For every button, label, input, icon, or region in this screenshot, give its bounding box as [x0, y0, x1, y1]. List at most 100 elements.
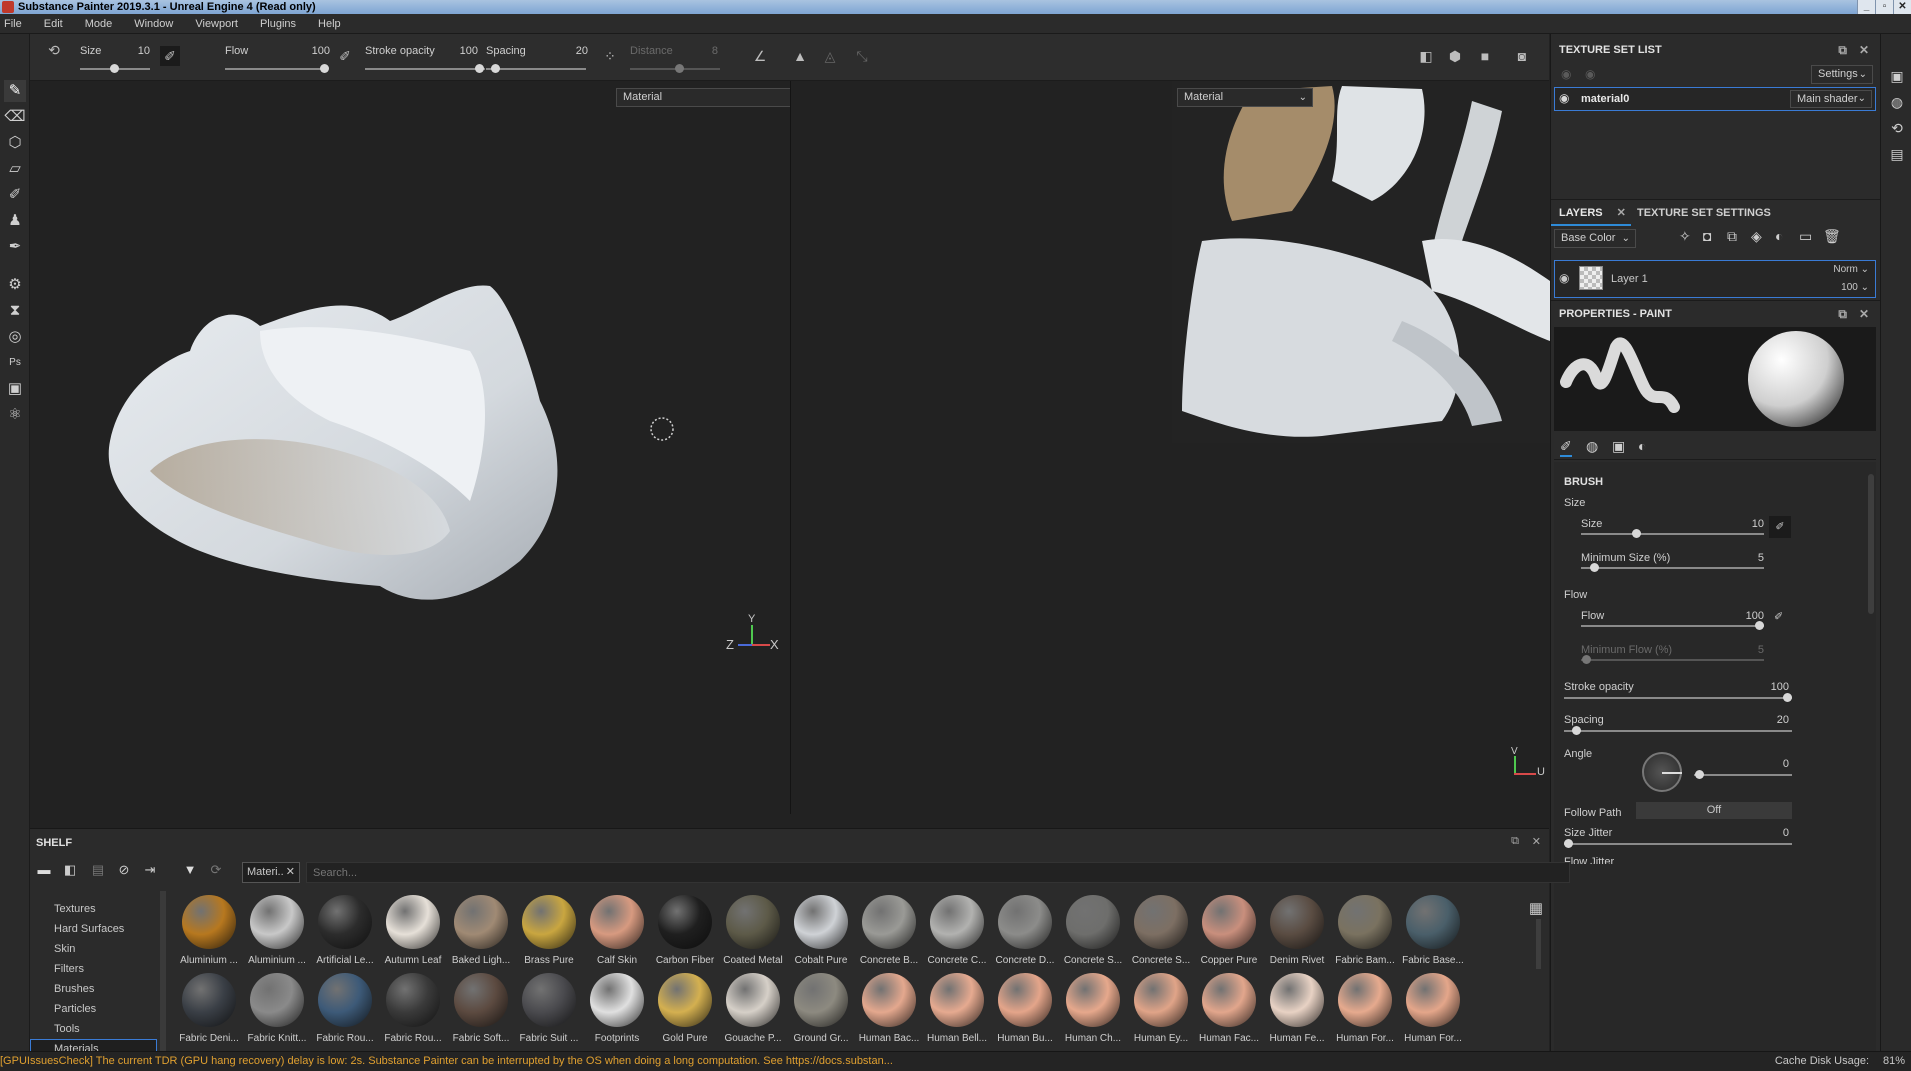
material-item[interactable]: Fabric Rou...	[379, 973, 447, 1049]
photoshop-icon[interactable]: Ps	[4, 352, 26, 374]
tab-texture-set-settings[interactable]: TEXTURE SET SETTINGS	[1637, 200, 1771, 226]
shelf-search-input[interactable]	[306, 862, 1570, 883]
visibility-icon[interactable]: ◉	[1585, 67, 1595, 81]
plugin-icon[interactable]: ⚛	[4, 404, 26, 426]
paint-brush-icon[interactable]: ✎	[4, 80, 26, 102]
material-item[interactable]: Gold Pure	[651, 973, 719, 1049]
history-icon[interactable]: ⟲	[1887, 118, 1907, 138]
shelf-scrollbar[interactable]	[1536, 919, 1541, 969]
screenshot-icon[interactable]: ◙	[1512, 46, 1532, 66]
material-item[interactable]: Fabric Rou...	[311, 973, 379, 1049]
symmetry-icon[interactable]: ▲	[790, 46, 810, 66]
layer-opacity-dropdown[interactable]: 100 ⌄	[1841, 282, 1869, 293]
tab-layers[interactable]: LAYERS ✕	[1551, 200, 1631, 226]
material-item[interactable]: Copper Pure	[1195, 895, 1263, 971]
min-flow-slider-knob[interactable]	[1582, 655, 1591, 664]
flow-slider-knob[interactable]	[1755, 621, 1764, 630]
float-panel-icon[interactable]: ⧉	[1838, 301, 1847, 327]
material-item[interactable]: Denim Rivet	[1263, 895, 1331, 971]
list-view-icon[interactable]: ▤	[88, 862, 108, 882]
category-skin[interactable]: Skin	[54, 943, 75, 955]
angle-slider[interactable]	[1694, 774, 1792, 776]
add-folder-icon[interactable]: ▭	[1799, 228, 1812, 245]
export-icon[interactable]: ▣	[4, 378, 26, 400]
layer-stack-icon[interactable]: ⧗	[4, 300, 26, 322]
pen-pressure-size-icon[interactable]: ✐	[160, 46, 180, 66]
menu-edit[interactable]: Edit	[44, 18, 63, 30]
min-flow-slider[interactable]	[1581, 659, 1764, 661]
transform-icon[interactable]: ⤡	[852, 46, 872, 66]
material-item[interactable]: Ground Gr...	[787, 973, 855, 1049]
folder-icon[interactable]: ▬	[34, 862, 54, 882]
stencil-tab-icon[interactable]: ▣	[1612, 438, 1625, 455]
iray-icon[interactable]: ◎	[4, 326, 26, 348]
toolbar-spacing-knob[interactable]	[491, 64, 500, 73]
material-item[interactable]: Carbon Fiber	[651, 895, 719, 971]
viewport-3d[interactable]: Material ⌄ Y Z X	[30, 81, 812, 814]
flow-slider[interactable]	[1581, 625, 1764, 627]
camera-icon[interactable]: ■	[1475, 46, 1495, 66]
stroke-opacity-slider[interactable]	[1564, 697, 1792, 699]
follow-path-toggle[interactable]: Off	[1636, 802, 1792, 819]
min-size-slider[interactable]	[1581, 567, 1764, 569]
projection-icon[interactable]: ⬡	[4, 132, 26, 154]
hide-icon[interactable]: ⊘	[114, 862, 134, 882]
material-item[interactable]: Human Bu...	[991, 973, 1059, 1049]
smudge-icon[interactable]: ✐	[4, 184, 26, 206]
close-button[interactable]: ✕	[1893, 0, 1911, 14]
spacing-slider[interactable]	[1564, 730, 1792, 732]
category-hard-surfaces[interactable]: Hard Surfaces	[54, 923, 124, 935]
close-panel-icon[interactable]: ✕	[1859, 301, 1869, 327]
material-tab-icon[interactable]: ◐	[1638, 438, 1646, 454]
category-particles[interactable]: Particles	[54, 1003, 96, 1015]
material-item[interactable]: Concrete D...	[991, 895, 1059, 971]
blend-mode-dropdown[interactable]: Norm ⌄	[1833, 264, 1869, 275]
material-item[interactable]: Human Bac...	[855, 973, 923, 1049]
category-scrollbar[interactable]	[160, 891, 166, 1059]
toolbar-distance-knob[interactable]	[675, 64, 684, 73]
pen-pressure-flow-icon[interactable]: ✐	[335, 46, 355, 66]
material-item[interactable]: Human Fe...	[1263, 973, 1331, 1049]
viewport-2d[interactable]: Material ⌄ V U	[791, 81, 1550, 814]
cube-view-icon[interactable]: ⬢	[1445, 46, 1465, 66]
layer-visibility-icon[interactable]: ◉	[1559, 271, 1569, 285]
material-item[interactable]: Brass Pure	[515, 895, 583, 971]
toolbar-size-knob[interactable]	[110, 64, 119, 73]
category-tools[interactable]: Tools	[54, 1023, 80, 1035]
alpha-tab-icon[interactable]: ◍	[1586, 438, 1598, 455]
filter-tag[interactable]: Materi.. ✕	[242, 862, 300, 883]
material-item[interactable]: Aluminium ...	[243, 895, 311, 971]
log-icon[interactable]: ▤	[1887, 144, 1907, 164]
material-item[interactable]: Gouache P...	[719, 973, 787, 1049]
material-item[interactable]: Aluminium ...	[175, 895, 243, 971]
material-item[interactable]: Calf Skin	[583, 895, 651, 971]
eye-icon[interactable]: ◉	[1559, 91, 1569, 105]
material-item[interactable]: Human Ey...	[1127, 973, 1195, 1049]
size-jitter-slider-knob[interactable]	[1564, 839, 1573, 848]
material-item[interactable]: Human Fac...	[1195, 973, 1263, 1049]
float-panel-icon[interactable]: ⧉	[1838, 37, 1847, 63]
maximize-button[interactable]: ▫	[1875, 0, 1893, 14]
menu-window[interactable]: Window	[134, 18, 173, 30]
menu-plugins[interactable]: Plugins	[260, 18, 296, 30]
size-pressure-icon[interactable]: ✐	[1769, 516, 1791, 538]
symmetry-mirror-icon[interactable]: ◬	[820, 46, 840, 66]
size-slider-knob[interactable]	[1632, 529, 1641, 538]
bake-icon[interactable]: ⚙	[4, 274, 26, 296]
material-item[interactable]: Concrete B...	[855, 895, 923, 971]
hide-icon[interactable]: ◉	[1561, 67, 1571, 81]
delete-layer-icon[interactable]: 🗑	[1823, 228, 1841, 245]
material-item[interactable]: Autumn Leaf	[379, 895, 447, 971]
texture-set-settings-dropdown[interactable]: Settings ⌄	[1811, 65, 1873, 84]
material-item[interactable]: Footprints	[583, 973, 651, 1049]
channel-dropdown[interactable]: Base Color ⌄	[1554, 229, 1636, 248]
toolbar-flow-slider[interactable]	[225, 68, 325, 70]
add-layer-icon[interactable]: ⧉	[1727, 228, 1737, 245]
viewport-3d-material-dropdown[interactable]: Material ⌄	[616, 88, 812, 107]
material-item[interactable]: Concrete S...	[1059, 895, 1127, 971]
lazy-mouse-icon[interactable]: ⁘	[600, 46, 620, 66]
material-item[interactable]: Artificial Le...	[311, 895, 379, 971]
angle-slider-knob[interactable]	[1695, 770, 1704, 779]
properties-scrollbar[interactable]	[1868, 474, 1874, 614]
min-size-slider-knob[interactable]	[1590, 563, 1599, 572]
